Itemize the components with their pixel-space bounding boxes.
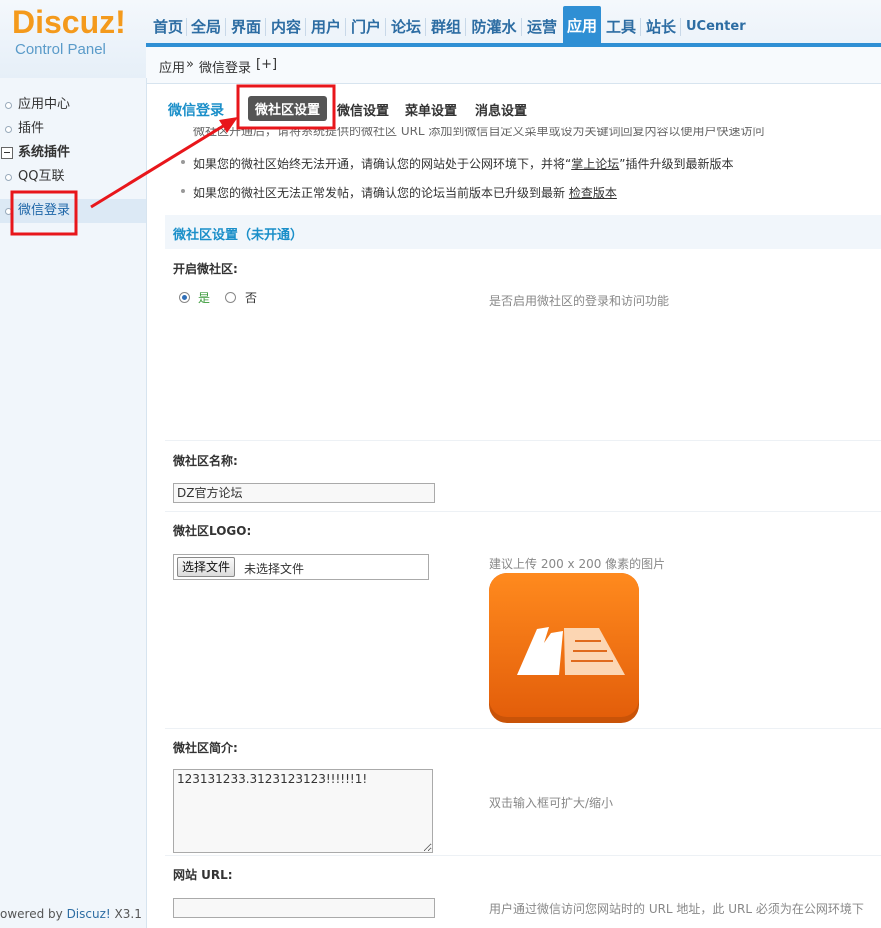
sidebar-group-system-plugins[interactable]: 系统插件 — [0, 142, 146, 164]
nav-item-global[interactable]: 全局 — [190, 10, 222, 44]
nav-separator — [345, 18, 346, 36]
nav-item-apps[interactable]: 应用 — [563, 6, 601, 44]
sidebar-item-plugins[interactable]: 插件 — [0, 118, 146, 140]
bullet-icon — [181, 189, 185, 193]
breadcrumb: 应用 » 微信登录 [+] — [146, 47, 881, 84]
bullet-icon — [5, 174, 12, 181]
powered-by-brand[interactable]: Discuz! — [67, 907, 111, 921]
row-divider — [165, 511, 881, 512]
nav-item-home[interactable]: 首页 — [152, 10, 184, 44]
logo-file-input[interactable]: 选择文件 未选择文件 — [173, 554, 429, 580]
logo-label: 微社区LOGO: — [173, 524, 252, 538]
tip-text: ”插件升级到最新版本 — [619, 157, 734, 171]
nav-item-forum[interactable]: 论坛 — [390, 10, 422, 44]
breadcrumb-root[interactable]: 应用 — [159, 57, 185, 76]
enable-yes-label[interactable]: 是 — [198, 289, 210, 306]
collapse-icon[interactable] — [1, 147, 13, 159]
sidebar-item-label: 微信登录 — [18, 203, 71, 218]
url-hint: 用户通过微信访问您网站时的 URL 地址，此 URL 必须为在公网环境下 — [489, 902, 864, 916]
row-divider — [165, 728, 881, 729]
row-divider — [165, 440, 881, 441]
sidebar-item-label: 应用中心 — [18, 97, 71, 112]
nav-item-content[interactable]: 内容 — [270, 10, 302, 44]
nav-separator — [265, 18, 266, 36]
community-name-input[interactable] — [173, 483, 435, 503]
nav-separator — [640, 18, 641, 36]
sidebar-item-app-center[interactable]: 应用中心 — [0, 94, 146, 116]
logo-hint: 建议上传 200 x 200 像素的图片 — [489, 557, 666, 571]
tab-menu-settings[interactable]: 菜单设置 — [405, 100, 457, 119]
mobile-forum-link[interactable]: 掌上论坛 — [571, 157, 619, 171]
tips-clip: 微社区开通后，请将系统提供的微社区 URL 添加到微信自定义菜单或设为关键词回复… — [148, 127, 881, 141]
brand-subtitle: Control Panel — [15, 41, 106, 58]
nav-item-tools[interactable]: 工具 — [605, 10, 637, 44]
nav-item-groups[interactable]: 群组 — [430, 10, 462, 44]
check-version-link[interactable]: 检查版本 — [569, 186, 617, 200]
nav-item-ucenter[interactable]: UCenter — [686, 10, 746, 44]
site-url-input[interactable] — [173, 898, 435, 918]
tip-text: 如果您的微社区始终无法开通，请确认您的网站处于公网环境下，并将“ — [193, 157, 572, 171]
nav-separator — [465, 18, 466, 36]
tab-wechat-settings[interactable]: 微信设置 — [337, 100, 389, 119]
sidebar-item-label: 插件 — [18, 121, 45, 136]
community-intro-textarea[interactable]: 123131233.3123123123!!!!!!1! — [173, 769, 433, 853]
section-header: 微社区设置（未开通） — [165, 215, 881, 249]
enable-no-radio[interactable] — [225, 292, 236, 303]
enable-hint: 是否启用微社区的登录和访问功能 — [489, 294, 670, 308]
nav-separator — [225, 18, 226, 36]
tip-line: 如果您的微社区始终无法开通，请确认您的网站处于公网环境下，并将“掌上论坛”插件升… — [181, 155, 734, 172]
main-content: 微信登录 微社区设置 微信设置 菜单设置 消息设置 微社区开通后，请将系统提供的… — [148, 84, 881, 928]
tab-community-settings[interactable]: 微社区设置 — [248, 96, 328, 121]
nav-separator — [521, 18, 522, 36]
enable-no-label[interactable]: 否 — [245, 289, 257, 306]
bullet-icon — [5, 126, 12, 133]
enable-label: 开启微社区: — [173, 262, 238, 276]
bullet-icon — [5, 208, 12, 215]
nav-item-interface[interactable]: 界面 — [230, 10, 262, 44]
bullet-icon — [5, 102, 12, 109]
nav-separator — [186, 18, 187, 36]
powered-by-prefix: owered by — [0, 907, 67, 921]
nav-item-users[interactable]: 用户 — [310, 10, 342, 44]
powered-by: owered by Discuz! X3.1 — [0, 907, 142, 921]
community-logo-image — [489, 573, 639, 723]
breadcrumb-current: 微信登录 — [199, 61, 252, 76]
nav-separator — [385, 18, 386, 36]
tip-line: 如果您的微社区无法正常发帖，请确认您的论坛当前版本已升级到最新 检查版本 — [181, 184, 617, 201]
page-title: 微信登录 — [168, 103, 224, 119]
section-title: 微社区设置（未开通） — [173, 228, 304, 243]
sidebar: 应用中心 插件 系统插件 QQ互联 微信登录 owered by Discuz!… — [0, 78, 147, 928]
nav-item-webmaster[interactable]: 站长 — [645, 10, 677, 44]
powered-by-version: X3.1 — [110, 907, 142, 921]
nav-item-portal[interactable]: 门户 — [350, 10, 382, 44]
breadcrumb-separator: » — [186, 57, 194, 72]
choose-file-button[interactable]: 选择文件 — [177, 557, 236, 577]
brand-name: Discuz! — [12, 4, 126, 40]
nav-separator — [680, 18, 681, 36]
sidebar-group-label: 系统插件 — [18, 145, 71, 160]
tip-line: 微社区开通后，请将系统提供的微社区 URL 添加到微信自定义菜单或设为关键词回复… — [193, 127, 765, 138]
nav-separator — [305, 18, 306, 36]
sidebar-item-wechat-login[interactable]: 微信登录 — [0, 199, 146, 223]
nav-separator — [425, 18, 426, 36]
intro-hint: 双击输入框可扩大/缩小 — [489, 796, 614, 810]
bullet-icon — [181, 160, 185, 164]
no-file-text: 未选择文件 — [244, 562, 305, 576]
nav-item-operations[interactable]: 运营 — [526, 10, 558, 44]
add-shortcut-button[interactable]: [+] — [256, 57, 277, 72]
row-divider — [165, 855, 881, 856]
discuz-logo[interactable]: Discuz! Control Panel — [0, 0, 146, 78]
tip-text: 如果您的微社区无法正常发帖，请确认您的论坛当前版本已升级到最新 — [193, 186, 569, 200]
url-label: 网站 URL: — [173, 868, 233, 882]
sidebar-item-qq-connect[interactable]: QQ互联 — [0, 166, 146, 188]
sidebar-item-label: QQ互联 — [18, 169, 65, 184]
tab-message-settings[interactable]: 消息设置 — [475, 100, 527, 119]
enable-yes-radio[interactable] — [179, 292, 190, 303]
intro-label: 微社区简介: — [173, 741, 238, 755]
nav-item-antispam[interactable]: 防灌水 — [470, 10, 518, 44]
name-label: 微社区名称: — [173, 454, 238, 468]
